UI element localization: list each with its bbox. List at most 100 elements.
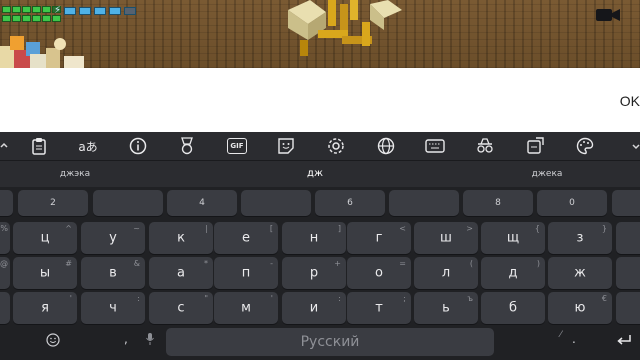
palette-icon[interactable] [575, 136, 595, 156]
key-п[interactable]: -п [214, 257, 278, 289]
number-key-7[interactable] [389, 190, 459, 216]
partial-key[interactable]: % [0, 222, 10, 254]
key-label: я [41, 300, 49, 316]
key-ю[interactable]: € ю [548, 292, 612, 324]
key-з[interactable]: } з [548, 222, 612, 254]
suggestion-3[interactable]: джека [482, 161, 612, 187]
key-о[interactable]: = о [347, 257, 411, 289]
key-label: м [241, 300, 251, 316]
text-input-dialog[interactable] [0, 68, 640, 132]
incognito-icon[interactable] [475, 136, 495, 156]
key-label: т [375, 300, 383, 316]
translate-icon[interactable]: aあ [78, 136, 98, 156]
key-и[interactable]: :и [282, 292, 346, 324]
backspace-key-partial[interactable] [616, 292, 640, 324]
gif-label: GIF [227, 138, 247, 154]
key-label: с [177, 300, 185, 316]
video-camera-icon[interactable] [596, 8, 620, 22]
emoji-icon[interactable] [46, 333, 60, 350]
number-key-2[interactable]: 2 [18, 190, 88, 216]
key-label: у [109, 230, 117, 246]
key-label: п [241, 265, 251, 281]
key-label: и [309, 300, 319, 316]
key-label: ч [109, 300, 117, 316]
key-label: н [309, 230, 319, 246]
key-ч[interactable]: :ч [81, 292, 145, 324]
spacebar[interactable]: Русский [166, 328, 494, 356]
key-label: к [177, 230, 185, 246]
key-label: ж [574, 265, 586, 281]
chandelier-block [288, 0, 402, 56]
key-label: ц [40, 230, 50, 246]
key-б[interactable]: б [481, 292, 545, 324]
key-к[interactable]: | к [149, 222, 213, 254]
key-я[interactable]: ' я [13, 292, 77, 324]
resize-icon[interactable] [525, 136, 545, 156]
suggestion-2[interactable]: дж [250, 161, 380, 187]
settings-icon[interactable] [326, 136, 346, 156]
key-label: ш [440, 230, 452, 246]
key-label: д [508, 265, 518, 281]
partial-key[interactable]: @ [0, 257, 10, 289]
key-н[interactable]: ] н [282, 222, 346, 254]
key-ы[interactable]: # ы [13, 257, 77, 289]
key-label: з [576, 230, 584, 246]
number-key-8[interactable]: 8 [463, 190, 533, 216]
number-key[interactable] [0, 190, 13, 216]
ok-button[interactable]: OK [612, 91, 640, 111]
collapse-chevron-icon[interactable] [0, 136, 14, 156]
key-т[interactable]: ; т [347, 292, 411, 324]
enter-icon[interactable] [616, 334, 632, 349]
item-blocks [0, 36, 84, 68]
key-hint: % [0, 224, 8, 233]
number-key-5[interactable] [241, 190, 311, 216]
info-icon[interactable] [128, 136, 148, 156]
comma-key[interactable]: , [124, 332, 128, 346]
clipboard-icon[interactable] [29, 136, 49, 156]
globe-icon[interactable] [376, 136, 396, 156]
number-key-3[interactable] [93, 190, 163, 216]
keyboard-icon[interactable] [425, 136, 445, 156]
key-ш[interactable]: > ш [414, 222, 478, 254]
key-label: щ [506, 230, 520, 246]
number-key-4[interactable]: 4 [167, 190, 237, 216]
period-key[interactable]: . [572, 332, 576, 346]
key-г[interactable]: < г [347, 222, 411, 254]
key-ь[interactable]: ъь [414, 292, 478, 324]
key-а[interactable]: * а [149, 257, 213, 289]
key-label: р [309, 265, 319, 281]
key-щ[interactable]: {щ [481, 222, 545, 254]
key-у[interactable]: ~ у [81, 222, 145, 254]
key-label: б [508, 300, 518, 316]
game-viewport[interactable]: ⚡ [0, 0, 640, 68]
medal-icon[interactable] [177, 136, 197, 156]
partial-key-right[interactable] [616, 222, 640, 254]
shift-key-partial[interactable] [0, 292, 10, 324]
suggestion-strip: джэка дж джека [0, 161, 640, 187]
gif-icon[interactable]: GIF [227, 136, 247, 156]
key-е[interactable]: [е [214, 222, 278, 254]
key-р[interactable]: + р [282, 257, 346, 289]
key-д[interactable]: ) д [481, 257, 545, 289]
key-м[interactable]: ' м [214, 292, 278, 324]
suggestion-1[interactable]: джэка [10, 161, 140, 187]
partial-key-right[interactable] [616, 257, 640, 289]
key-label: а [177, 265, 185, 281]
more-chevron-icon[interactable] [626, 136, 640, 156]
key-label: л [441, 265, 451, 281]
key-ц[interactable]: ^ ц [13, 222, 77, 254]
key-label: ы [39, 265, 51, 281]
sticker-icon[interactable] [276, 136, 296, 156]
number-key-9[interactable]: 0 [537, 190, 607, 216]
key-л[interactable]: (л [414, 257, 478, 289]
key-в[interactable]: & в [81, 257, 145, 289]
number-key-0[interactable] [612, 190, 640, 216]
key-label: ь [442, 300, 450, 316]
energy-bar: ⚡ [54, 6, 137, 16]
key-label: ю [574, 300, 586, 316]
mic-icon[interactable] [146, 333, 154, 348]
key-ж[interactable]: ж [548, 257, 612, 289]
number-key-6[interactable]: 6 [315, 190, 385, 216]
key-с[interactable]: " с [149, 292, 213, 324]
keyboard-toolbar: aあ GIF [0, 132, 640, 161]
